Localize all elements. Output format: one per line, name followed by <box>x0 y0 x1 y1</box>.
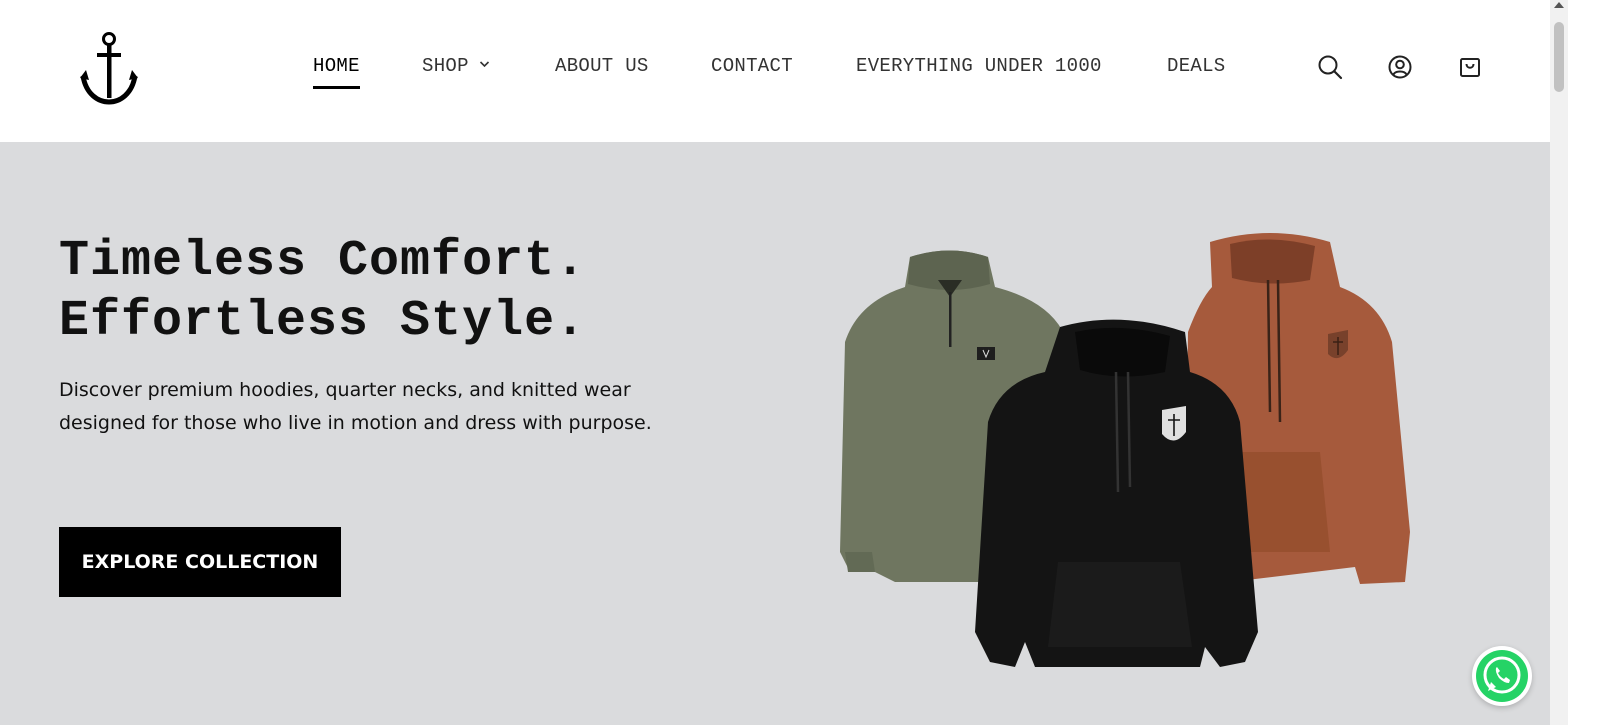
nav-about-us[interactable]: ABOUT US <box>555 55 649 77</box>
hero-title-line-2: Effortless Style. <box>59 293 587 350</box>
hero-banner: Timeless Comfort. Effortless Style. Disc… <box>0 142 1550 725</box>
scroll-up-arrow-icon[interactable] <box>1554 2 1564 8</box>
nav-everything-under-1000[interactable]: EVERYTHING UNDER 1000 <box>856 55 1102 77</box>
explore-collection-button[interactable]: EXPLORE COLLECTION <box>59 527 341 597</box>
page: HOME SHOP ABOUT US CONTACT EVERYTHING UN… <box>0 0 1550 725</box>
hoodies-product-image <box>840 233 1410 667</box>
nav-home-label: HOME <box>313 55 360 77</box>
nav-contact-label: CONTACT <box>711 55 793 77</box>
account-icon[interactable] <box>1386 53 1414 81</box>
whatsapp-chat-icon[interactable] <box>1472 646 1532 706</box>
nav-shop[interactable]: SHOP <box>422 55 490 77</box>
hero-title: Timeless Comfort. Effortless Style. <box>59 232 759 352</box>
nav-under-1000-label: EVERYTHING UNDER 1000 <box>856 55 1102 77</box>
nav-deals-label: DEALS <box>1167 55 1226 77</box>
nav-home[interactable]: HOME <box>313 55 360 89</box>
scrollbar-thumb[interactable] <box>1554 22 1564 92</box>
hero-subtitle: Discover premium hoodies, quarter necks,… <box>59 379 652 434</box>
nav-contact[interactable]: CONTACT <box>711 55 793 77</box>
search-icon[interactable] <box>1316 53 1344 81</box>
nav-shop-label: SHOP <box>422 55 469 77</box>
chevron-down-icon <box>479 61 489 68</box>
active-underline <box>313 86 360 89</box>
hero-title-line-1: Timeless Comfort. <box>59 233 587 290</box>
vertical-scrollbar[interactable] <box>1550 0 1568 725</box>
nav-deals[interactable]: DEALS <box>1167 55 1226 77</box>
cart-icon[interactable] <box>1456 53 1484 81</box>
site-header: HOME SHOP ABOUT US CONTACT EVERYTHING UN… <box>0 0 1550 142</box>
nav-about-label: ABOUT US <box>555 55 649 77</box>
